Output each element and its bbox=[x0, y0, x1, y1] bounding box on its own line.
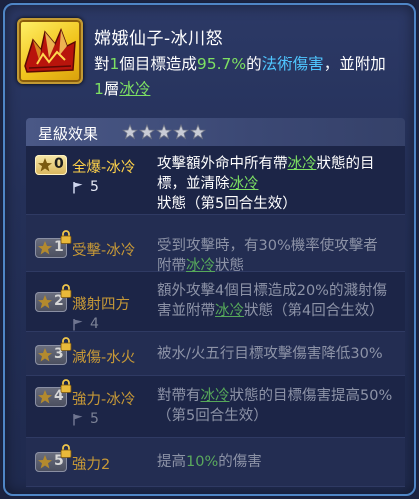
star-effect-name: 濺射四方 bbox=[72, 297, 130, 313]
flag-icon bbox=[73, 413, 83, 425]
skill-tooltip-panel: 嫦娥仙子-冰川怒 對1個目標造成95.7%的法術傷害，並附加 1層冰冷 星級效果 … bbox=[3, 3, 416, 496]
star-effect-description: 攻擊額外命中所有帶冰冷狀態的目標，並清除冰冷狀態（第5回合生效） bbox=[157, 154, 397, 214]
damage-type-link: 法術傷害 bbox=[261, 55, 324, 73]
status-link-ice[interactable]: 冰冷 bbox=[215, 303, 244, 319]
description-text: 提高 bbox=[157, 454, 186, 470]
star-effects-header: 星級效果 bbox=[26, 118, 405, 146]
star-icon bbox=[38, 158, 52, 172]
star-effect-row: 2 濺射四方 4 額外攻擊4個目標造成20%的濺射傷害並附帶冰冷狀態（第4回合生效） bbox=[26, 272, 405, 332]
lock-icon bbox=[60, 379, 72, 393]
star-icon bbox=[173, 124, 189, 140]
flag-icon bbox=[73, 318, 83, 330]
description-text: 攻擊額外命中所有帶 bbox=[157, 156, 288, 172]
lock-icon bbox=[60, 444, 72, 458]
star-icon bbox=[38, 241, 52, 255]
star-effect-name: 受擊-冰冷 bbox=[72, 243, 136, 259]
status-link-ice[interactable]: 冰冷 bbox=[288, 156, 317, 172]
star-effect-row: 5 強力2 提高10%的傷害 bbox=[26, 438, 405, 487]
star-icon bbox=[156, 124, 172, 140]
lock-icon bbox=[60, 284, 72, 298]
star-icon bbox=[38, 295, 52, 309]
star-effect-name: 強力-冰冷 bbox=[72, 392, 136, 408]
flag-icon bbox=[73, 181, 83, 193]
star-icon bbox=[38, 455, 52, 469]
star-effect-name: 全爆-冰冷 bbox=[72, 160, 136, 176]
star-effect-description: 提高10%的傷害 bbox=[157, 452, 397, 472]
round-flag: 4 bbox=[72, 316, 99, 332]
skill-name: 嫦娥仙子-冰川怒 bbox=[94, 29, 224, 49]
description-text: 的傷害 bbox=[218, 454, 262, 470]
star-icon bbox=[190, 124, 206, 140]
skill-description: 對1個目標造成95.7%的法術傷害，並附加 1層冰冷 bbox=[94, 55, 386, 98]
round-flag: 5 bbox=[72, 179, 99, 195]
status-link-ice[interactable]: 冰冷 bbox=[119, 80, 150, 98]
star-rating bbox=[122, 124, 206, 140]
star-level-badge: 0 bbox=[35, 155, 67, 175]
star-icon bbox=[38, 390, 52, 404]
star-icon bbox=[122, 124, 138, 140]
star-effects-list: 0 全爆-冰冷 5 攻擊額外命中所有帶冰冷狀態的目標，並清除冰冷狀態（第5回合生效） 1… bbox=[26, 146, 405, 487]
star-effect-name: 強力2 bbox=[72, 457, 111, 473]
status-link-ice[interactable]: 冰冷 bbox=[230, 176, 259, 192]
description-text: 狀態（第4回合生效） bbox=[244, 303, 384, 319]
description-text: 被水/火五行目標攻擊傷害降低30% bbox=[157, 346, 383, 362]
star-effect-row: 1 受擊-冰冷 受到攻擊時，有30%機率使攻擊者附帶冰冷狀態 bbox=[26, 215, 405, 274]
star-effect-description: 對帶有冰冷狀態的目標傷害提高50%（第5回合生效） bbox=[157, 386, 397, 426]
star-icon bbox=[139, 124, 155, 140]
ice-crystal-icon bbox=[17, 18, 83, 84]
lock-icon bbox=[60, 337, 72, 351]
description-text: 對帶有 bbox=[157, 388, 201, 404]
round-number: 4 bbox=[90, 316, 99, 332]
star-effect-row: 3 減傷-水火 被水/火五行目標攻擊傷害降低30% bbox=[26, 332, 405, 376]
description-text: 狀態（第5回合生效） bbox=[157, 196, 297, 212]
star-effect-row: 0 全爆-冰冷 5 攻擊額外命中所有帶冰冷狀態的目標，並清除冰冷狀態（第5回合生效） bbox=[26, 146, 405, 215]
round-number: 5 bbox=[90, 179, 99, 195]
status-link-ice[interactable]: 冰冷 bbox=[201, 388, 230, 404]
star-effect-description: 額外攻擊4個目標造成20%的濺射傷害並附帶冰冷狀態（第4回合生效） bbox=[157, 281, 397, 321]
star-effect-description: 受到攻擊時，有30%機率使攻擊者附帶冰冷狀態 bbox=[157, 236, 389, 276]
round-flag: 5 bbox=[72, 411, 99, 427]
star-effect-description: 被水/火五行目標攻擊傷害降低30% bbox=[157, 344, 397, 364]
round-number: 5 bbox=[90, 411, 99, 427]
lock-icon bbox=[60, 230, 72, 244]
star-effect-row: 4 強力-冰冷 5 對帶有冰冷狀態的目標傷害提高50%（第5回合生效） bbox=[26, 376, 405, 438]
highlight-value: 10% bbox=[186, 454, 219, 470]
star-level-number: 0 bbox=[54, 156, 64, 172]
star-effect-name: 減傷-水火 bbox=[72, 350, 136, 366]
star-effects-title: 星級效果 bbox=[38, 125, 99, 143]
star-icon bbox=[38, 348, 52, 362]
